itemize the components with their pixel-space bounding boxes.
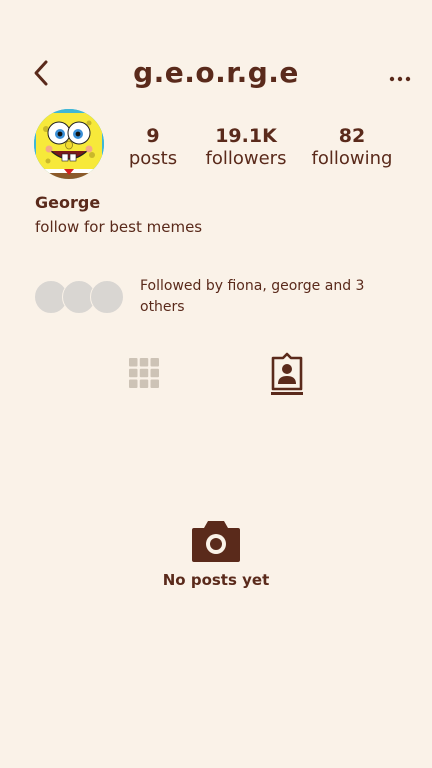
posts-count: 9 bbox=[146, 125, 160, 147]
grid-icon bbox=[129, 358, 159, 388]
posts-stat[interactable]: 9 posts bbox=[122, 124, 184, 170]
display-name: George bbox=[35, 193, 101, 212]
followers-count: 19.1K bbox=[215, 125, 277, 147]
tagged-user-icon bbox=[271, 352, 303, 395]
following-label: following bbox=[311, 148, 393, 169]
avatar[interactable] bbox=[34, 109, 104, 179]
camera-icon bbox=[190, 518, 242, 564]
followers-label: followers bbox=[205, 148, 287, 169]
page-title: g.e.o.r.g.e bbox=[133, 56, 299, 89]
following-count: 82 bbox=[338, 125, 366, 147]
posts-label: posts bbox=[128, 148, 178, 169]
spongebob-avatar bbox=[34, 109, 104, 179]
mutual-followers-avatars[interactable] bbox=[34, 280, 130, 314]
following-stat[interactable]: 82 following bbox=[306, 124, 398, 170]
tab-grid[interactable] bbox=[124, 353, 164, 393]
followers-stat[interactable]: 19.1K followers bbox=[196, 124, 296, 170]
more-horizontal-icon bbox=[389, 76, 411, 82]
tab-tagged[interactable] bbox=[266, 351, 308, 397]
followed-by-text[interactable]: Followed by fiona, george and 3 others bbox=[140, 276, 380, 318]
more-options-button[interactable] bbox=[384, 64, 416, 94]
mutual-avatar bbox=[90, 280, 124, 314]
empty-state-text: No posts yet bbox=[162, 571, 270, 589]
bio-text: follow for best memes bbox=[35, 218, 203, 236]
